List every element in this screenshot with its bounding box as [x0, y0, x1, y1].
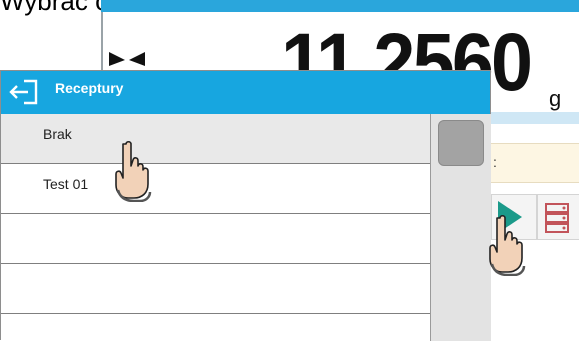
dialog-header: Receptury [1, 71, 490, 114]
list-item-empty[interactable] [1, 314, 430, 364]
back-arrow-icon[interactable] [8, 77, 44, 107]
database-button[interactable] [537, 194, 579, 240]
scale-top-bar [101, 0, 579, 12]
info-field: : [491, 143, 579, 183]
scrollbar[interactable] [430, 114, 491, 341]
list-item-empty[interactable] [1, 214, 430, 264]
scrollbar-thumb[interactable] [438, 120, 484, 166]
info-strip [491, 112, 579, 124]
weight-unit: g [549, 86, 562, 111]
dialog-title: Receptury [55, 80, 124, 96]
list-item-brak[interactable]: Brak [1, 114, 430, 164]
list-item-test-01[interactable]: Test 01 [1, 164, 430, 214]
list-item-label: Test 01 [43, 176, 89, 192]
hand-pointer-icon [115, 140, 152, 202]
list-item-label: Brak [43, 126, 72, 142]
database-icon [545, 203, 569, 233]
recipes-list: Brak Test 01 [1, 114, 430, 364]
stability-icon [109, 52, 145, 66]
hand-pointer-icon [489, 214, 526, 276]
recipes-dialog: Receptury Brak Test 01 [0, 70, 491, 364]
list-item-empty[interactable] [1, 264, 430, 314]
info-field-text: : [493, 154, 497, 170]
